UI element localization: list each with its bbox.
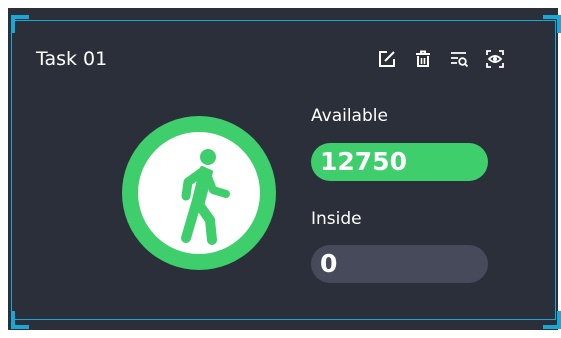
edit-icon: [379, 51, 395, 67]
status-avatar: [122, 116, 276, 270]
search-list-button[interactable]: [448, 48, 470, 70]
frame-corner-bottom-left: [11, 311, 29, 329]
view-icon: [486, 50, 504, 68]
inside-label: Inside: [311, 209, 362, 229]
frame-corner-bottom-right: [543, 311, 561, 329]
edit-button[interactable]: [376, 48, 398, 70]
card-toolbar: [376, 48, 506, 70]
delete-icon: [416, 50, 430, 67]
inside-count-badge: 0: [311, 245, 488, 283]
task-title: Task 01: [36, 48, 108, 70]
available-count-badge: 12750: [311, 143, 488, 181]
walking-person-icon: [181, 149, 230, 245]
frame-corner-top-right: [543, 15, 561, 33]
frame-corner-top-left: [11, 15, 29, 33]
search-list-icon: [451, 52, 469, 68]
view-button[interactable]: [484, 48, 506, 70]
delete-button[interactable]: [412, 48, 434, 70]
available-label: Available: [311, 106, 388, 126]
